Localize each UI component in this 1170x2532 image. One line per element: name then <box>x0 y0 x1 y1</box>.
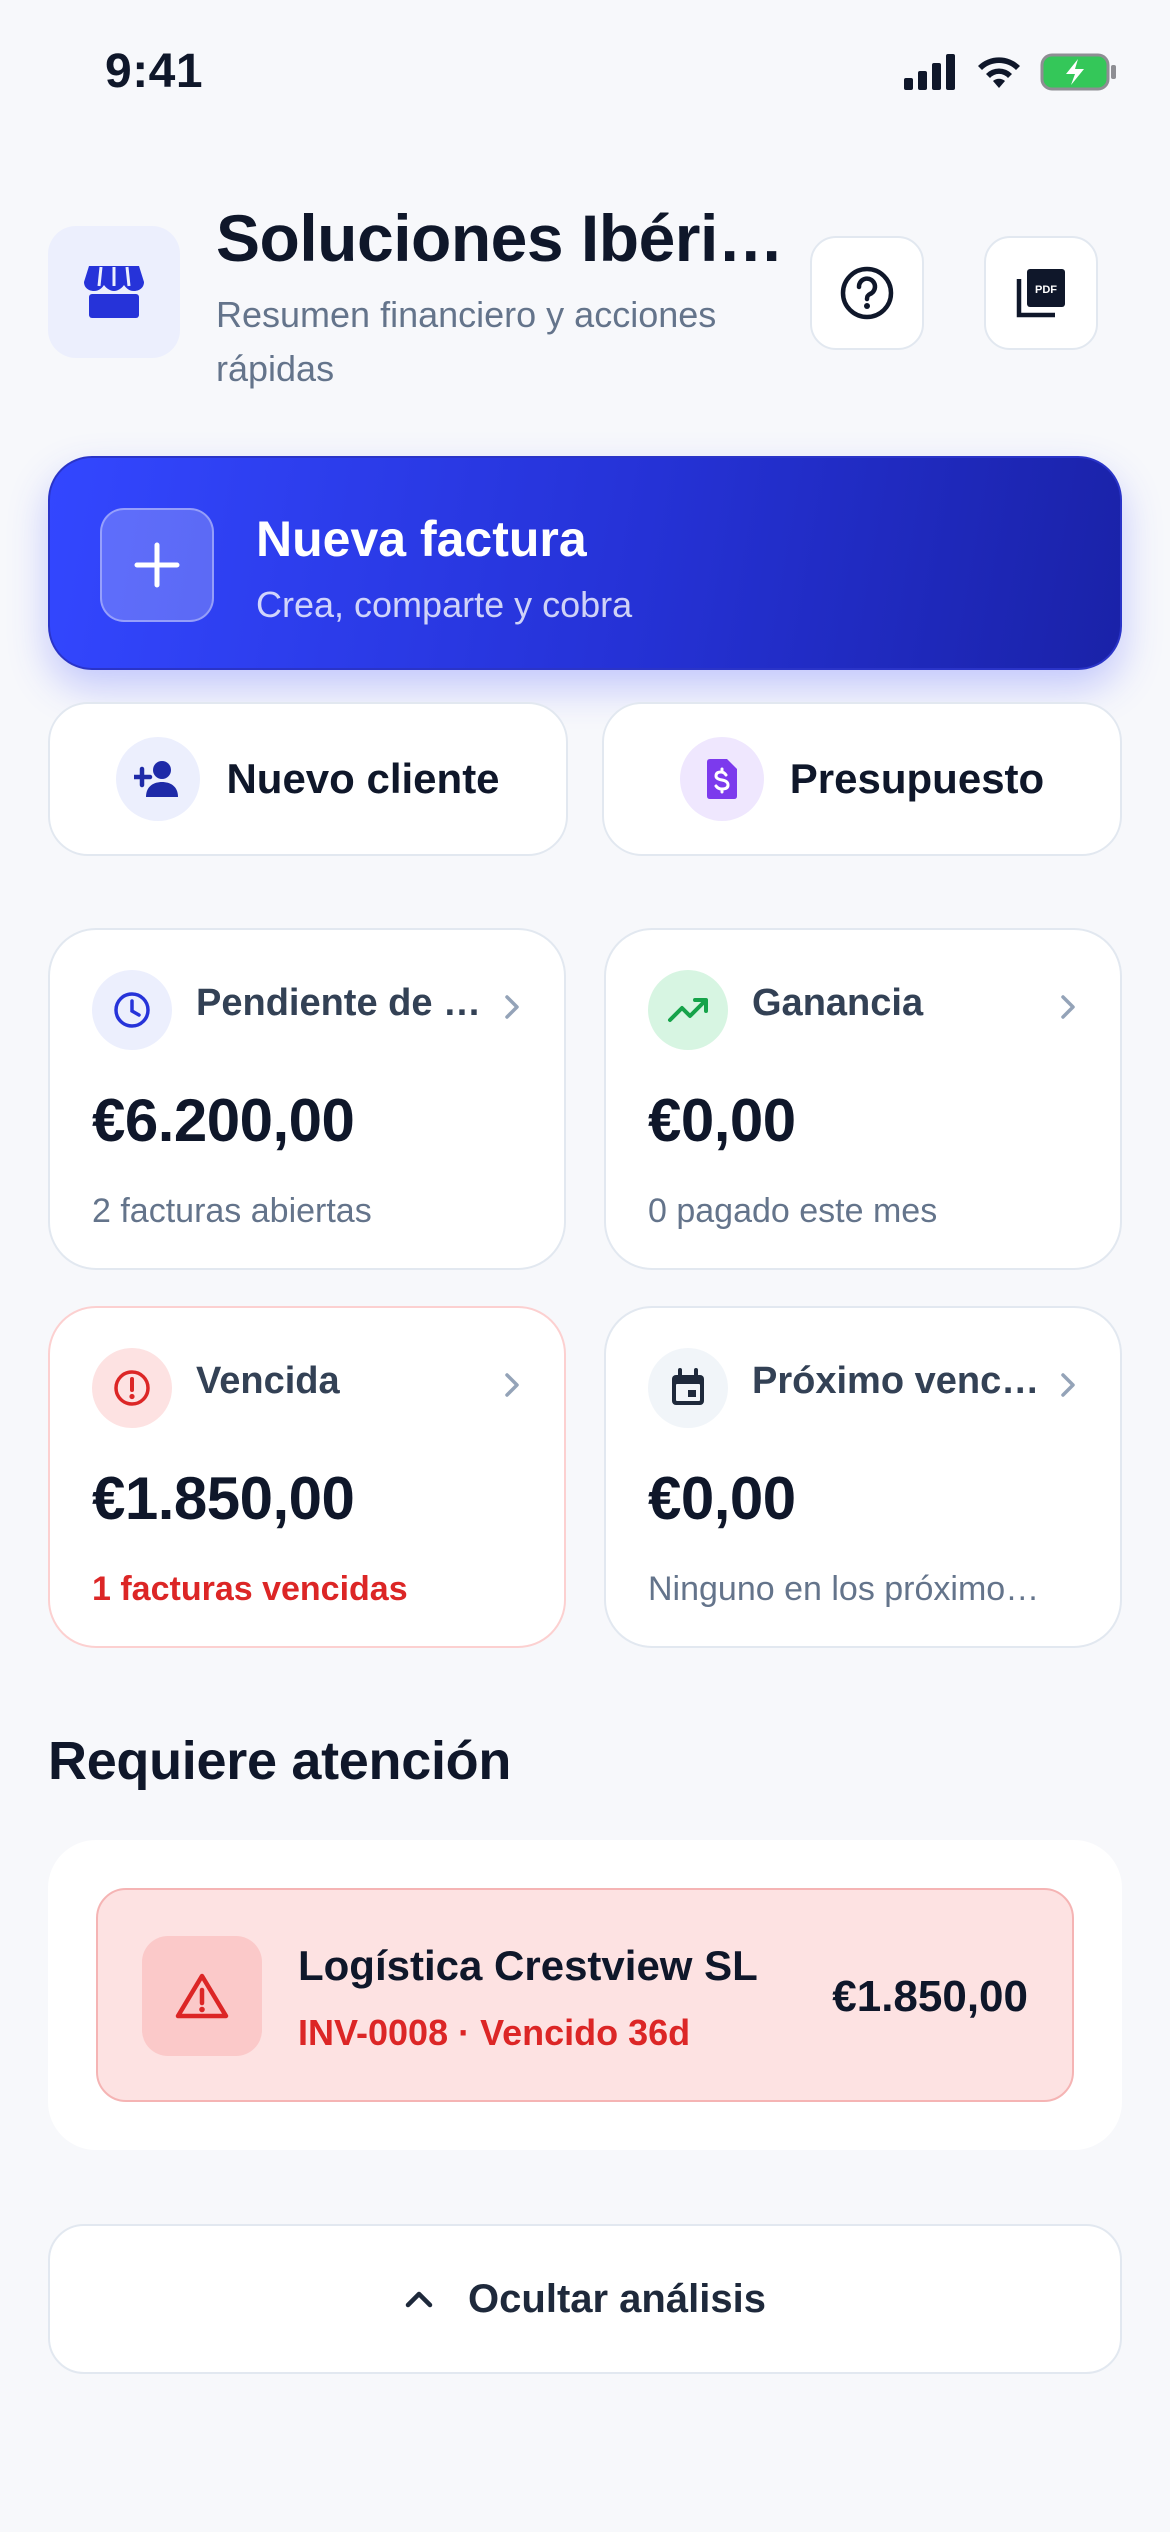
company-name: Soluciones Ibéri… <box>216 201 784 275</box>
attention-invoice-meta: INV-0008 · Vencido 36d <box>298 2012 691 2053</box>
document-dollar-icon <box>679 737 764 821</box>
stat-note: 0 pagado este mes <box>648 1192 938 1230</box>
signal-icon <box>904 54 955 90</box>
hide-analysis-label: Ocultar análisis <box>468 2276 766 2321</box>
stat-label: Próximo venc… <box>752 1360 1040 1402</box>
chevron-right-icon <box>1061 1373 1075 1397</box>
status-icons <box>904 52 1118 92</box>
header-subtitle: Resumen financiero y acciones rápidas <box>216 294 717 389</box>
chevron-right-icon <box>505 1373 519 1397</box>
new-invoice-button[interactable]: Nueva factura Crea, comparte y cobra <box>48 456 1122 670</box>
battery-charging-icon <box>1040 53 1116 91</box>
help-button[interactable] <box>810 236 924 350</box>
new-invoice-title: Nueva factura <box>256 511 587 567</box>
stat-note: 2 facturas abiertas <box>92 1192 372 1230</box>
chevron-right-icon <box>505 995 519 1019</box>
attention-title: Requiere atención <box>48 1731 512 1791</box>
new-client-label: Nuevo cliente <box>226 755 500 802</box>
stat-note: Ninguno en los próximo… <box>648 1570 1040 1608</box>
chevron-up-icon <box>405 2291 433 2308</box>
stat-card-upcoming[interactable]: Próximo venc… €0,00 Ninguno en los próxi… <box>604 1306 1122 1648</box>
pdf-icon: PDF <box>1016 269 1065 318</box>
stat-value: €0,00 <box>648 1087 796 1154</box>
stat-value: €6.200,00 <box>92 1087 355 1154</box>
warning-icon <box>142 1936 262 2056</box>
stat-card-overdue[interactable]: Vencida €1.850,00 1 facturas vencidas <box>48 1306 566 1648</box>
new-client-button[interactable]: Nuevo cliente <box>48 702 568 856</box>
plus-icon <box>100 508 214 622</box>
chevron-right-icon <box>1061 995 1075 1019</box>
attention-client-name: Logística Crestview SL <box>298 1942 758 1989</box>
quote-label: Presupuesto <box>789 755 1045 802</box>
calendar-icon <box>648 1348 728 1428</box>
store-icon <box>84 266 144 318</box>
stat-label: Ganancia <box>752 982 924 1024</box>
stat-label: Vencida <box>196 1360 340 1402</box>
new-invoice-subtitle: Crea, comparte y cobra <box>256 584 633 625</box>
trending-up-icon <box>648 970 728 1050</box>
stat-card-pending[interactable]: Pendiente de … €6.200,00 2 facturas abie… <box>48 928 566 1270</box>
attention-amount: €1.850,00 <box>832 1972 1028 2021</box>
svg-text:PDF: PDF <box>1035 284 1057 296</box>
attention-item[interactable]: Logística Crestview SL INV-0008 · Vencid… <box>96 1888 1074 2102</box>
export-pdf-button[interactable]: PDF <box>984 236 1098 350</box>
store-logo <box>48 226 180 358</box>
help-circle-icon <box>840 266 894 320</box>
stat-card-profit[interactable]: Ganancia €0,00 0 pagado este mes <box>604 928 1122 1270</box>
stat-note: 1 facturas vencidas <box>92 1570 408 1608</box>
dashboard-screen: 9:41 Soluciones Ibéri… Resumen financier… <box>0 0 1170 2532</box>
quote-button[interactable]: Presupuesto <box>602 702 1122 856</box>
stat-value: €1.850,00 <box>92 1465 355 1532</box>
wifi-icon <box>978 57 1020 88</box>
attention-panel: Logística Crestview SL INV-0008 · Vencid… <box>48 1840 1122 2150</box>
stat-label: Pendiente de … <box>196 982 482 1024</box>
hide-analysis-button[interactable]: Ocultar análisis <box>48 2224 1122 2374</box>
status-time: 9:41 <box>105 45 204 98</box>
person-add-icon <box>116 737 201 821</box>
alert-circle-icon <box>92 1348 172 1428</box>
stat-value: €0,00 <box>648 1465 796 1532</box>
clock-icon <box>92 970 172 1050</box>
